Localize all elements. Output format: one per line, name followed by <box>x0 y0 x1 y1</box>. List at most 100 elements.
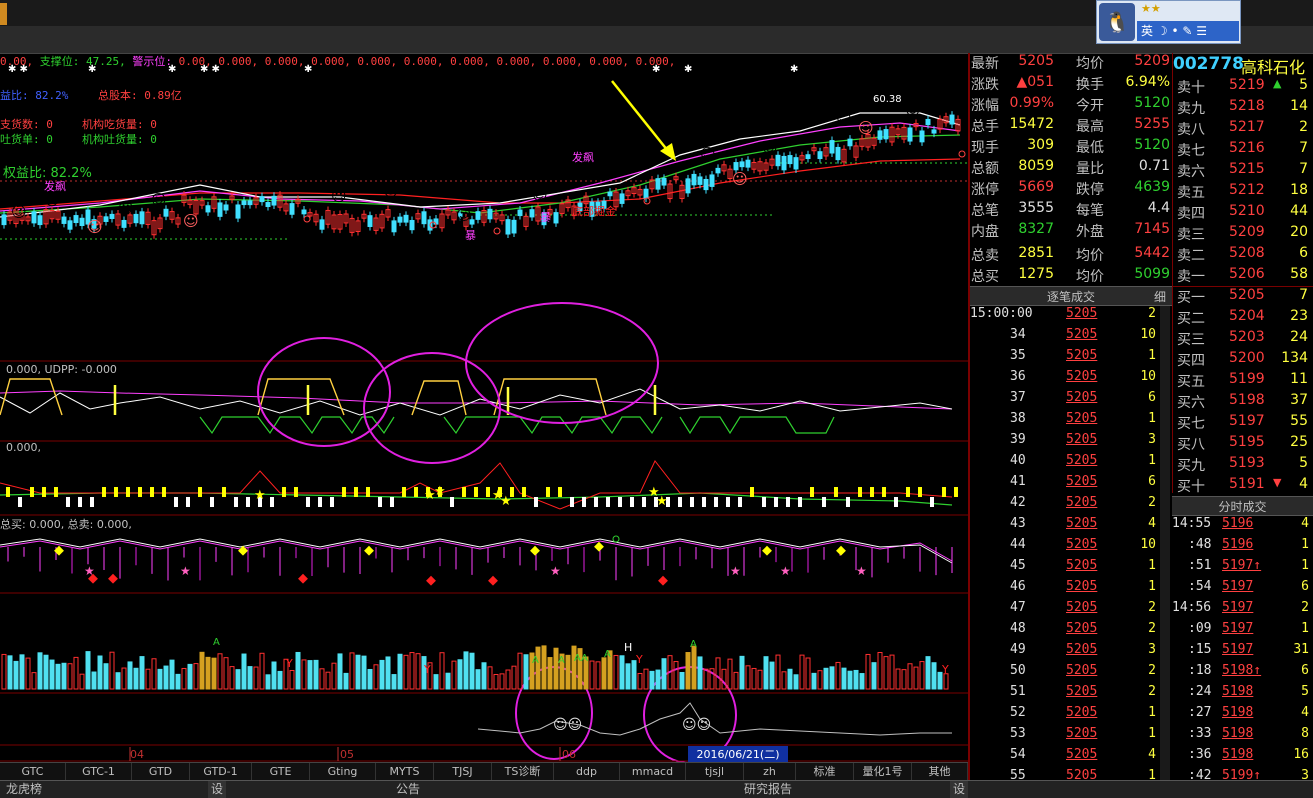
signal-bar <box>702 497 706 507</box>
indicator-tab[interactable]: ddp <box>554 763 620 781</box>
orderbook-row[interactable]: 买四 5200 134 <box>1173 350 1313 371</box>
penguin-icon[interactable]: 🐧 <box>1099 3 1135 41</box>
signal-bar <box>54 487 58 497</box>
indicator-tab[interactable]: tjsjl <box>686 763 744 781</box>
candle-body <box>109 213 115 219</box>
volume-bar <box>397 653 403 690</box>
indicator-tab[interactable]: MYTS <box>376 763 434 781</box>
trade-price: 5205 <box>1066 453 1098 468</box>
candle-body <box>745 159 751 168</box>
indicator-tab[interactable]: GTC-1 <box>66 763 132 781</box>
level-name: 买六 <box>1177 395 1205 411</box>
signal-bar <box>942 487 946 497</box>
orderbook-row[interactable]: 买七 5197 55 <box>1173 413 1313 434</box>
settings-icon[interactable]: ☰ <box>1196 24 1207 38</box>
indicator-tab[interactable]: mmacd <box>620 763 686 781</box>
settings-button-1[interactable]: 设 <box>208 781 227 798</box>
signal-bar <box>474 487 478 497</box>
orderbook-row[interactable]: 卖六 5215 7 <box>1173 161 1313 182</box>
direction-mark: ▼ <box>1273 476 1282 489</box>
research-report-tab[interactable]: 研究报告 <box>744 781 792 798</box>
candle-body <box>607 191 613 197</box>
volume-bar <box>895 668 901 690</box>
indicator-tab[interactable]: GTD-1 <box>190 763 252 781</box>
orderbook-row[interactable]: 卖一 5206 58 <box>1173 266 1313 287</box>
candle-body <box>877 130 883 140</box>
longhu-tab[interactable]: 龙虎榜 <box>6 781 42 798</box>
input-mode-label[interactable]: 英 <box>1141 24 1153 38</box>
orderbook-row[interactable]: 卖十 5219 ▲ 5 <box>1173 77 1313 98</box>
orderbook-row[interactable]: 买三 5203 24 <box>1173 329 1313 350</box>
trades-scrollbar[interactable] <box>1160 306 1170 797</box>
signal-bar <box>102 487 106 497</box>
indicator-tab[interactable]: GTD <box>132 763 190 781</box>
indicator-tab[interactable]: TS诊断 <box>492 763 554 781</box>
volume-bar <box>259 652 265 690</box>
orderbook-row[interactable]: 卖七 5216 7 <box>1173 140 1313 161</box>
dot-icon[interactable]: • <box>1171 24 1178 38</box>
signal-bar <box>798 497 802 507</box>
chart-area[interactable]: ✱ ✱ ✱ ✱ ✱ ✱ ✱ ✱ ✱ ✱ ☺☺ ☺ ☺ ☺☺ ☺☺ ☺☺☺ ☺ ☺☺ ☺ ☺ ☺☺☺ 发飙… <box>0 53 968 763</box>
orderbook-row[interactable]: 卖八 5217 2 <box>1173 119 1313 140</box>
trades-header[interactable]: 逐笔成交 细 <box>970 286 1172 306</box>
orderbook-row[interactable]: 买一 5205 7 <box>1173 287 1313 308</box>
indicator-tab[interactable]: GTC <box>0 763 66 781</box>
orderbook-row[interactable]: 买二 5204 23 <box>1173 308 1313 329</box>
minute-time: :18 <box>1188 663 1212 678</box>
svg-text:A: A <box>558 655 565 666</box>
volume-bar <box>109 651 115 690</box>
volume-bar <box>763 656 769 690</box>
trade-volume: 2 <box>1148 663 1156 678</box>
orderbook-row[interactable]: 卖三 5209 20 <box>1173 224 1313 245</box>
svg-text:★: ★ <box>180 564 191 578</box>
wrench-icon[interactable]: ✎ <box>1182 24 1192 38</box>
minute-price: 5197 <box>1222 642 1254 657</box>
trade-volume: 1 <box>1148 579 1156 594</box>
indicator-tab[interactable]: TJSJ <box>434 763 492 781</box>
orderbook-row[interactable]: 卖二 5208 6 <box>1173 245 1313 266</box>
orderbook-row[interactable]: 买六 5198 37 <box>1173 392 1313 413</box>
volume-bar <box>175 673 181 690</box>
volume-bar <box>733 671 739 690</box>
svg-text:✱ ✱: ✱ ✱ <box>8 64 28 75</box>
trades-list[interactable]: 15:00:00 5205 2 34 5205 10 35 5205 1 36 5205 10 37 52… <box>970 306 1160 797</box>
indicator-tab[interactable]: 量化1号 <box>854 763 912 781</box>
orderbook-row[interactable]: 卖四 5210 44 <box>1173 203 1313 224</box>
volume-bar <box>787 668 793 690</box>
minute-list[interactable]: 14:55 5196 4:48 5196 1:51 5197↑ 1:54 5197 6 14:56… <box>1172 516 1313 783</box>
settings-button-2[interactable]: 设 <box>950 781 969 798</box>
level-price: 5218 <box>1229 98 1265 114</box>
trade-price: 5205 <box>1066 726 1098 741</box>
qq-widget[interactable]: 🐧 ★★ 英 ☽ • ✎ ☰ <box>1096 0 1241 44</box>
volume-bar <box>7 655 13 690</box>
candle-body <box>133 213 139 224</box>
trades-detail-button[interactable]: 细 <box>1154 287 1166 307</box>
indicator-tab[interactable]: GTE <box>252 763 310 781</box>
level-price: 5200 <box>1229 350 1265 366</box>
quote-label: 量比 <box>1076 161 1104 177</box>
announcement-tab[interactable]: 公告 <box>396 781 420 798</box>
trade-time: 39 <box>1010 432 1026 447</box>
indicator-tab[interactable]: 标准 <box>796 763 854 781</box>
trade-row: 15:00:00 5205 2 <box>970 306 1160 327</box>
level-volume: 5 <box>1299 455 1308 471</box>
moon-icon[interactable]: ☽ <box>1157 24 1168 38</box>
input-method-bar[interactable]: 英 ☽ • ✎ ☰ <box>1137 21 1239 41</box>
trade-row: 34 5205 10 <box>970 327 1160 348</box>
quote-label: 总额 <box>971 161 999 177</box>
orderbook-row[interactable]: 买十 5191 ▼ 4 <box>1173 476 1313 497</box>
svg-text:☺☺: ☺☺ <box>553 717 582 733</box>
indicator-tab[interactable]: 其他 <box>912 763 968 781</box>
orderbook-row[interactable]: 卖五 5212 18 <box>1173 182 1313 203</box>
indicator-tab[interactable]: zh <box>744 763 796 781</box>
trade-row: 46 5205 1 <box>970 579 1160 600</box>
volume-bar <box>367 668 373 690</box>
orderbook-row[interactable]: 买五 5199 11 <box>1173 371 1313 392</box>
volume-bar <box>79 673 85 690</box>
orderbook-row[interactable]: 买八 5195 25 <box>1173 434 1313 455</box>
volume-bar <box>247 666 253 690</box>
orderbook-row[interactable]: 卖九 5218 14 <box>1173 98 1313 119</box>
orderbook-row[interactable]: 买九 5193 5 <box>1173 455 1313 476</box>
indicator-tab[interactable]: Gting <box>310 763 376 781</box>
signal-bar <box>270 497 274 507</box>
